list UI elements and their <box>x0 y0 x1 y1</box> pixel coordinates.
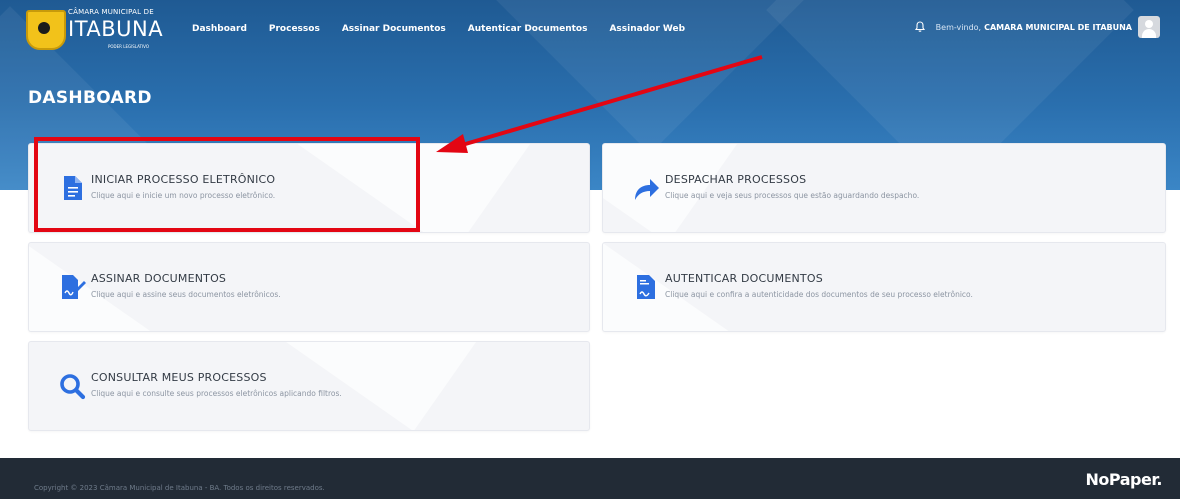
nav-assinador-web[interactable]: Assinador Web <box>609 24 685 34</box>
card-description: Clique aqui e veja seus processos que es… <box>665 191 920 200</box>
brand-line1: CÂMARA MUNICIPAL DE <box>68 8 154 16</box>
authenticate-document-icon <box>637 275 655 299</box>
card-title: CONSULTAR MEUS PROCESSOS <box>91 371 267 384</box>
nopaper-logo[interactable]: NoPaper. <box>1086 470 1163 489</box>
card-decoration <box>289 144 569 232</box>
brand-line2: ITABUNA <box>68 17 164 41</box>
welcome-text: Bem-vindo, CAMARA MUNICIPAL DE ITABUNA <box>936 23 1132 32</box>
card-autenticar-documentos[interactable]: AUTENTICAR DOCUMENTOS Clique aqui e conf… <box>602 242 1166 332</box>
search-icon <box>60 374 86 400</box>
card-consultar-processos[interactable]: CONSULTAR MEUS PROCESSOS Clique aqui e c… <box>28 341 590 431</box>
card-decoration <box>29 243 165 331</box>
card-title: DESPACHAR PROCESSOS <box>665 173 807 186</box>
card-decoration <box>603 243 729 331</box>
card-assinar-documentos[interactable]: ASSINAR DOCUMENTOS Clique aqui e assine … <box>28 242 590 332</box>
bell-icon[interactable] <box>914 21 926 33</box>
user-name: CAMARA MUNICIPAL DE ITABUNA <box>984 22 1132 32</box>
brand-line3: PODER LEGISLATIVO <box>108 44 149 49</box>
share-arrow-icon <box>635 179 659 200</box>
card-iniciar-processo[interactable]: INICIAR PROCESSO ELETRÔNICO Clique aqui … <box>28 143 590 233</box>
footer: Copyright © 2023 Câmara Municipal de Ita… <box>0 458 1180 499</box>
main-nav: Dashboard Processos Assinar Documentos A… <box>192 24 707 34</box>
user-menu[interactable]: Bem-vindo, CAMARA MUNICIPAL DE ITABUNA <box>914 16 1160 38</box>
sign-document-icon <box>62 275 86 299</box>
crest-icon <box>26 10 66 50</box>
avatar[interactable] <box>1138 16 1160 38</box>
top-navbar: CÂMARA MUNICIPAL DE ITABUNA PODER LEGISL… <box>0 0 1180 58</box>
card-title: AUTENTICAR DOCUMENTOS <box>665 272 823 285</box>
welcome-label: Bem-vindo, <box>935 22 982 32</box>
card-description: Clique aqui e consulte seus processos el… <box>91 389 342 398</box>
card-description: Clique aqui e confira a autenticidade do… <box>665 290 973 299</box>
page-title: DASHBOARD <box>28 88 152 108</box>
nav-processos[interactable]: Processos <box>269 24 320 34</box>
brand-logo[interactable]: CÂMARA MUNICIPAL DE ITABUNA PODER LEGISL… <box>26 6 166 52</box>
nav-autenticar-documentos[interactable]: Autenticar Documentos <box>468 24 588 34</box>
footer-copyright: Copyright © 2023 Câmara Municipal de Ita… <box>34 484 325 492</box>
nav-assinar-documentos[interactable]: Assinar Documentos <box>342 24 446 34</box>
card-title: ASSINAR DOCUMENTOS <box>91 272 227 285</box>
card-decoration <box>603 144 783 232</box>
card-despachar-processos[interactable]: DESPACHAR PROCESSOS Clique aqui e veja s… <box>602 143 1166 233</box>
card-description: Clique aqui e inicie um novo processo el… <box>91 191 276 200</box>
card-description: Clique aqui e assine seus documentos ele… <box>91 290 281 299</box>
card-decoration <box>249 342 529 430</box>
document-icon <box>64 176 82 200</box>
card-title: INICIAR PROCESSO ELETRÔNICO <box>91 173 276 186</box>
nav-dashboard[interactable]: Dashboard <box>192 24 247 34</box>
